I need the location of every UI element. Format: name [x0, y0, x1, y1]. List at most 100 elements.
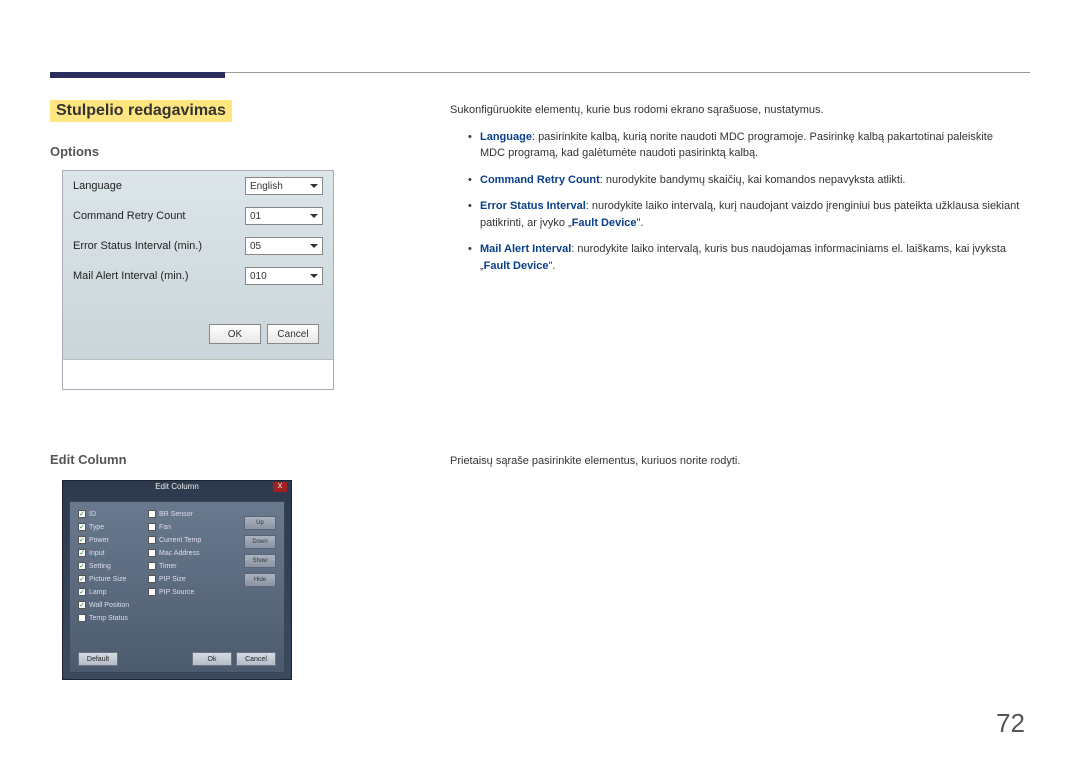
checkbox-label: PIP Source — [159, 589, 194, 596]
checkbox-row[interactable]: ✓Setting — [78, 562, 148, 570]
language-select[interactable]: English — [245, 177, 323, 195]
checkbox-icon[interactable]: ✓ — [78, 523, 86, 531]
checkbox-label: BR Sensor — [159, 511, 193, 518]
checkbox-icon[interactable]: ✓ — [78, 562, 86, 570]
bullet1-text: : pasirinkite kalbą, kurią norite naudot… — [480, 131, 993, 160]
chevron-down-icon — [310, 184, 318, 188]
checkbox-column-1: ✓ID✓Type✓Power✓Input✓Setting✓Picture Siz… — [78, 510, 148, 664]
error-interval-select[interactable]: 05 — [245, 237, 323, 255]
bullet-mail: Mail Alert Interval: nurodykite laiko in… — [468, 241, 1020, 274]
checkbox-label: Temp Status — [89, 615, 128, 622]
term-fault2: Fault Device — [484, 260, 549, 272]
up-button[interactable]: Up — [244, 516, 276, 530]
retry-count-label: Command Retry Count — [73, 210, 186, 222]
checkbox-label: Fan — [159, 524, 171, 531]
checkbox-icon[interactable]: ✓ — [78, 536, 86, 544]
checkbox-label: Timer — [159, 563, 177, 570]
checkbox-label: Current Temp — [159, 537, 201, 544]
checkbox-icon[interactable]: ✓ — [78, 549, 86, 557]
checkbox-row[interactable]: ✓Type — [78, 523, 148, 531]
edit-column-inner: ✓ID✓Type✓Power✓Input✓Setting✓Picture Siz… — [69, 501, 285, 673]
checkbox-row[interactable]: ✓Power — [78, 536, 148, 544]
edit-column-panel: Edit Column X ✓ID✓Type✓Power✓Input✓Setti… — [62, 480, 292, 680]
show-button[interactable]: Show — [244, 554, 276, 568]
edit-column-title: Edit Column — [155, 482, 199, 491]
term-error: Error Status Interval — [480, 200, 586, 212]
checkbox-row[interactable]: BR Sensor — [148, 510, 218, 518]
bullet4-end: ". — [548, 260, 555, 272]
term-fault1: Fault Device — [572, 217, 637, 229]
checkbox-label: ID — [89, 511, 96, 518]
chevron-down-icon — [310, 274, 318, 278]
error-interval-value: 05 — [250, 241, 261, 252]
checkbox-row[interactable]: ✓Wall Position — [78, 601, 148, 609]
subsection-options-heading: Options — [50, 144, 99, 159]
checkbox-label: Power — [89, 537, 109, 544]
chevron-down-icon — [310, 214, 318, 218]
checkbox-label: PIP Size — [159, 576, 186, 583]
checkbox-row[interactable]: PIP Source — [148, 588, 218, 596]
checkbox-icon[interactable] — [148, 562, 156, 570]
page-number: 72 — [996, 708, 1025, 739]
checkbox-row[interactable]: Fan — [148, 523, 218, 531]
checkbox-column-2: BR Sensor Fan Current Temp Mac Address Timer… — [148, 510, 218, 664]
checkbox-row[interactable]: ✓ID — [78, 510, 148, 518]
checkbox-label: Input — [89, 550, 105, 557]
term-retry: Command Retry Count — [480, 174, 600, 186]
checkbox-icon[interactable] — [148, 510, 156, 518]
checkbox-icon[interactable] — [148, 588, 156, 596]
section-title: Stulpelio redagavimas — [50, 100, 232, 122]
term-language: Language — [480, 131, 532, 143]
checkbox-row[interactable]: ✓Input — [78, 549, 148, 557]
checkbox-icon[interactable]: ✓ — [78, 588, 86, 596]
mail-interval-label: Mail Alert Interval (min.) — [73, 270, 189, 282]
checkbox-row[interactable]: PIP Size — [148, 575, 218, 583]
bullet3-end: ". — [637, 217, 644, 229]
edit-column-description: Prietaisų sąraše pasirinkite elementus, … — [450, 455, 1020, 467]
checkbox-row[interactable]: Timer — [148, 562, 218, 570]
bullet-retry: Command Retry Count: nurodykite bandymų … — [468, 172, 1020, 189]
intro-text: Sukonfigūruokite elementų, kurie bus rod… — [450, 102, 1020, 119]
default-button[interactable]: Default — [78, 652, 118, 666]
bullet-language: Language: pasirinkite kalbą, kurią norit… — [468, 129, 1020, 162]
checkbox-icon[interactable] — [148, 575, 156, 583]
close-icon[interactable]: X — [273, 482, 287, 492]
ok-button[interactable]: OK — [209, 324, 261, 344]
options-panel: Language English Command Retry Count 01 … — [62, 170, 334, 390]
checkbox-label: Mac Address — [159, 550, 199, 557]
checkbox-row[interactable]: Mac Address — [148, 549, 218, 557]
term-mail: Mail Alert Interval — [480, 243, 571, 255]
checkbox-label: Setting — [89, 563, 111, 570]
panel-footer-bar — [63, 359, 333, 389]
checkbox-row[interactable]: ✓Picture Size — [78, 575, 148, 583]
subsection-edit-heading: Edit Column — [50, 452, 127, 467]
bullet-error: Error Status Interval: nurodykite laiko … — [468, 198, 1020, 231]
cancel-button[interactable]: Cancel — [236, 652, 276, 666]
ok-button[interactable]: Ok — [192, 652, 232, 666]
checkbox-row[interactable]: ✓Lamp — [78, 588, 148, 596]
checkbox-row[interactable]: Temp Status — [78, 614, 148, 622]
retry-count-value: 01 — [250, 211, 261, 222]
checkbox-icon[interactable] — [148, 523, 156, 531]
checkbox-icon[interactable] — [78, 614, 86, 622]
down-button[interactable]: Down — [244, 535, 276, 549]
edit-column-titlebar: Edit Column X — [63, 481, 291, 495]
checkbox-icon[interactable] — [148, 549, 156, 557]
checkbox-icon[interactable]: ✓ — [78, 575, 86, 583]
error-interval-label: Error Status Interval (min.) — [73, 240, 202, 252]
cancel-button[interactable]: Cancel — [267, 324, 319, 344]
language-value: English — [250, 181, 283, 192]
checkbox-label: Picture Size — [89, 576, 126, 583]
hide-button[interactable]: Hide — [244, 573, 276, 587]
checkbox-label: Type — [89, 524, 104, 531]
checkbox-icon[interactable]: ✓ — [78, 601, 86, 609]
retry-count-select[interactable]: 01 — [245, 207, 323, 225]
checkbox-icon[interactable] — [148, 536, 156, 544]
mail-interval-select[interactable]: 010 — [245, 267, 323, 285]
checkbox-icon[interactable]: ✓ — [78, 510, 86, 518]
language-label: Language — [73, 180, 122, 192]
accent-bar — [50, 72, 225, 78]
bullet2-text: : nurodykite bandymų skaičių, kai komand… — [600, 174, 906, 186]
checkbox-label: Wall Position — [89, 602, 129, 609]
checkbox-row[interactable]: Current Temp — [148, 536, 218, 544]
